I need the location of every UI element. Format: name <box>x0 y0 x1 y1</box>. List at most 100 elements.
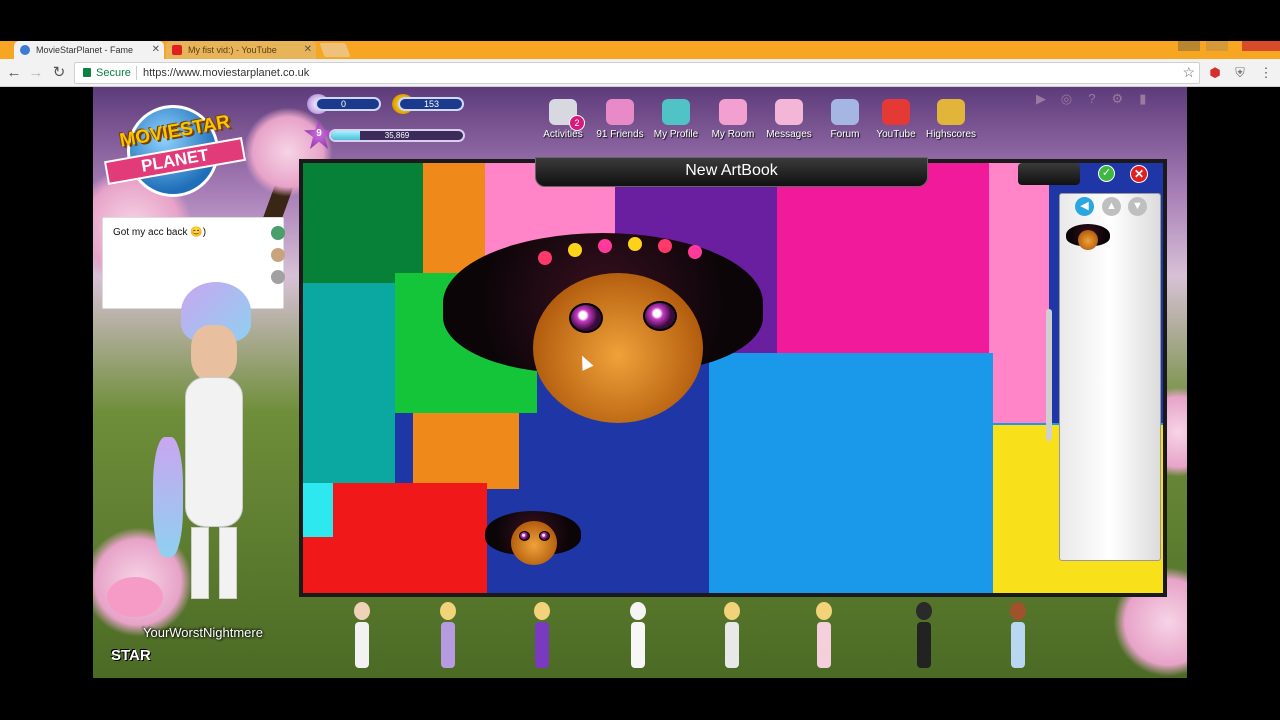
pet-sticker-large[interactable] <box>443 203 763 423</box>
avatar-face <box>191 325 237 381</box>
scroll-down-icon[interactable]: ▼ <box>1128 197 1147 216</box>
menu-item-youtube[interactable]: YouTube <box>866 99 926 140</box>
flower <box>628 237 642 251</box>
room-avatar-head <box>534 602 550 620</box>
color-block <box>303 483 333 537</box>
flower <box>688 245 702 259</box>
tab-youtube[interactable]: My fist vid:) - YouTube ✕ <box>166 41 316 59</box>
room-avatar[interactable] <box>815 602 833 672</box>
room-avatar-head <box>916 602 932 620</box>
player-name[interactable]: YourWorstNightmere <box>143 625 263 640</box>
room-avatar-head <box>1010 602 1026 620</box>
close-x-icon[interactable]: ✕ <box>1130 165 1148 183</box>
secure-label: Secure <box>96 67 131 79</box>
extension-adblock-icon[interactable]: ⬢ <box>1207 65 1223 81</box>
omnibox[interactable]: Secure https://www.moviestarplanet.co.uk… <box>74 62 1200 84</box>
record-icon[interactable]: ◎ <box>1058 91 1074 107</box>
back-arrow-icon[interactable]: ◀ <box>1075 197 1094 216</box>
coins-value: 153 <box>424 99 440 109</box>
menu-label: YouTube <box>876 129 916 140</box>
pet-sticker-small[interactable] <box>485 505 581 575</box>
chat-action-icon[interactable] <box>271 226 285 240</box>
room-avatar[interactable] <box>439 602 457 672</box>
room-avatar-body <box>631 622 645 668</box>
menu-label: My Profile <box>653 129 699 140</box>
coins-counter[interactable]: 153 <box>398 97 464 111</box>
trophy-icon <box>937 99 965 125</box>
fame-value: 35,869 <box>384 131 410 140</box>
moviestarplanet-logo[interactable]: MOVIESTAR PLANET <box>95 101 251 197</box>
diamonds-counter[interactable]: 0 <box>315 97 381 111</box>
minimize-button[interactable] <box>1178 41 1200 51</box>
room-avatar-head <box>354 602 370 620</box>
youtube-favicon-icon <box>172 45 182 55</box>
volume-icon[interactable]: ▮ <box>1135 91 1151 107</box>
messages-icon <box>775 99 803 125</box>
room-avatar-body <box>1011 622 1025 668</box>
tab-close-icon[interactable]: ✕ <box>304 41 312 59</box>
chat-message: Got my acc back 😊) <box>113 227 207 238</box>
room-avatar[interactable] <box>353 602 371 672</box>
new-tab-button[interactable] <box>319 43 351 57</box>
color-block <box>303 283 395 483</box>
menu-item-activities[interactable]: 2 Activities <box>533 99 593 140</box>
divider <box>136 66 137 80</box>
menu-item-my-profile[interactable]: My Profile <box>646 99 706 140</box>
youtube-icon <box>882 99 910 125</box>
pet-eye <box>643 301 677 331</box>
room-avatar[interactable] <box>915 602 933 672</box>
menu-label: Activities <box>543 129 583 140</box>
maximize-button[interactable] <box>1206 41 1228 51</box>
menu-label: Highscores <box>925 129 977 140</box>
profile-icon <box>662 99 690 125</box>
chat-avatar-icon[interactable] <box>271 248 285 262</box>
close-window-button[interactable] <box>1242 41 1280 51</box>
room-avatar[interactable] <box>533 602 551 672</box>
pet-eye <box>539 531 550 541</box>
room-avatar-head <box>440 602 456 620</box>
menu-item-my-room[interactable]: My Room <box>703 99 763 140</box>
room-avatar[interactable] <box>1009 602 1027 672</box>
room-avatar[interactable] <box>629 602 647 672</box>
activities-icon: 2 <box>549 99 585 131</box>
tab-close-icon[interactable]: ✕ <box>152 41 160 59</box>
tab-moviestarplanet[interactable]: MovieStarPlanet - Fame ✕ <box>14 41 164 59</box>
room-avatar-body <box>355 622 369 668</box>
menu-item-messages[interactable]: Messages <box>759 99 819 140</box>
sticker-pet-thumb[interactable] <box>1066 222 1110 256</box>
room-avatar[interactable] <box>723 602 741 672</box>
pig-pet[interactable] <box>107 577 163 617</box>
gear-icon[interactable]: ⚙ <box>1109 91 1125 107</box>
game-area[interactable]: MOVIESTAR PLANET 0 153 9 35,869 2 Activit… <box>93 87 1187 678</box>
artbook-controls <box>1018 163 1080 185</box>
color-block <box>777 163 989 361</box>
msp-favicon-icon <box>20 45 30 55</box>
bookmark-star-icon[interactable]: ☆ <box>1182 64 1195 81</box>
back-icon[interactable]: ← <box>4 63 24 83</box>
browser-tab-bar: MovieStarPlanet - Fame ✕ My fist vid:) -… <box>0 41 1280 59</box>
menu-item-91-friends[interactable]: 91 Friends <box>590 99 650 140</box>
room-avatar-body <box>535 622 549 668</box>
menu-label: 91 Friends <box>596 129 644 140</box>
extension-shield-icon[interactable]: ⛨ <box>1232 65 1248 81</box>
player-avatar[interactable] <box>153 277 273 607</box>
diamonds-value: 0 <box>341 99 347 109</box>
menu-dots-icon[interactable]: ⋮ <box>1258 65 1274 81</box>
menu-item-highscores[interactable]: Highscores <box>921 99 981 140</box>
reload-icon[interactable]: ↻ <box>49 63 69 83</box>
play-icon[interactable]: ▶ <box>1033 91 1049 107</box>
confirm-check-icon[interactable]: ✓ <box>1098 165 1115 182</box>
scroll-up-icon[interactable]: ▲ <box>1102 197 1121 216</box>
forward-icon[interactable]: → <box>26 63 46 83</box>
artbook-window <box>299 159 1167 597</box>
url-text[interactable]: https://www.moviestarplanet.co.uk <box>143 67 309 79</box>
help-icon[interactable]: ? <box>1084 91 1100 107</box>
artbook-title: New ArtBook <box>685 162 778 179</box>
panel-scrollbar[interactable] <box>1046 309 1052 441</box>
settings-controls: ▶ ◎ ? ⚙ ▮ <box>1033 90 1156 106</box>
star-badge[interactable]: STAR <box>111 647 151 664</box>
artbook-title-bar: New ArtBook <box>535 157 928 187</box>
color-block <box>993 425 1055 593</box>
artbook-canvas[interactable] <box>303 163 1163 593</box>
chat-pet-icon[interactable] <box>271 270 285 284</box>
